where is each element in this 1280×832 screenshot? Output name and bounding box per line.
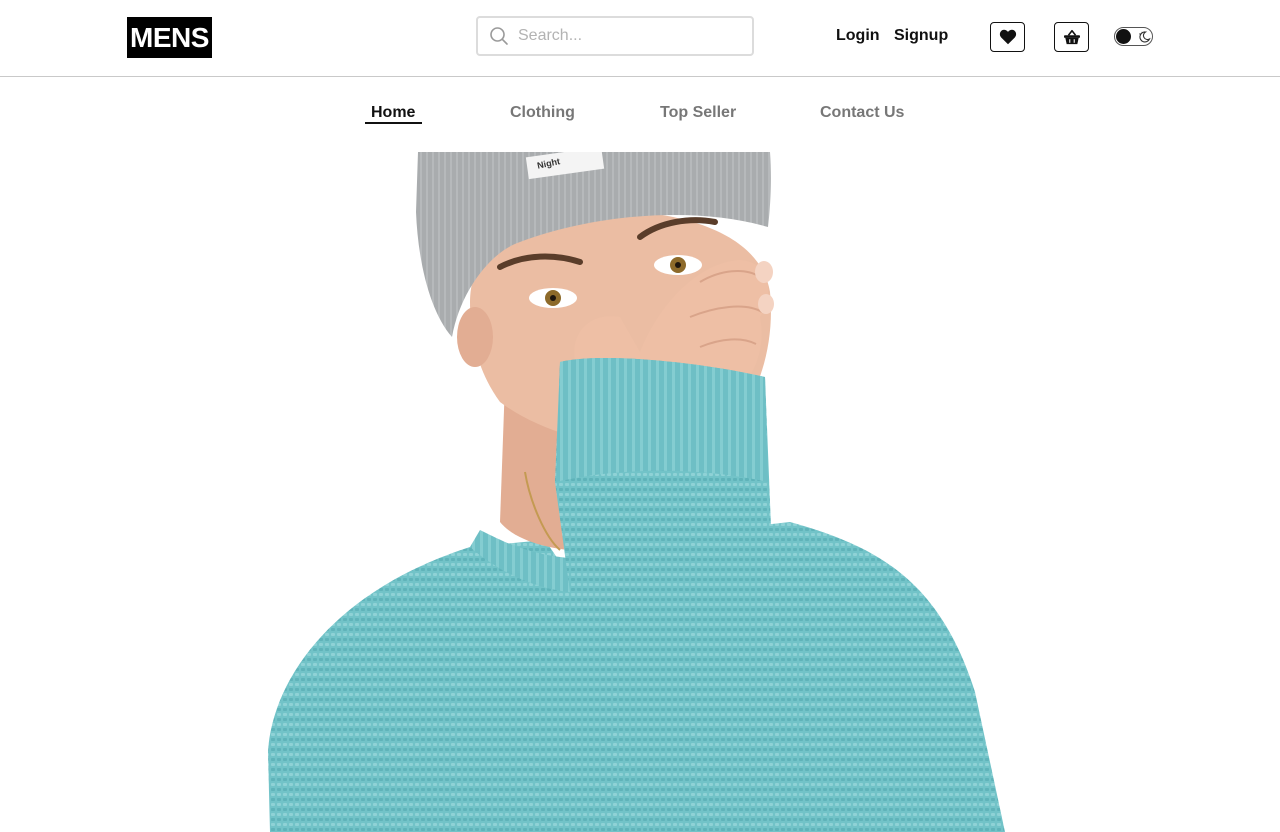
nav-item-top-seller[interactable]: Top Seller xyxy=(660,104,736,122)
nav-active-underline xyxy=(365,122,422,124)
signup-link[interactable]: Signup xyxy=(894,27,948,45)
search-box[interactable] xyxy=(476,16,754,56)
theme-toggle[interactable] xyxy=(1114,27,1153,46)
search-icon xyxy=(490,27,508,45)
wishlist-button[interactable] xyxy=(990,22,1025,52)
brand-logo[interactable]: MENS xyxy=(127,17,212,58)
cart-button[interactable] xyxy=(1054,22,1089,52)
nav-item-clothing[interactable]: Clothing xyxy=(510,104,575,122)
toggle-knob xyxy=(1116,29,1131,44)
login-link[interactable]: Login xyxy=(836,27,880,45)
main-nav: Home Clothing Top Seller Contact Us xyxy=(0,77,1280,152)
heart-icon xyxy=(999,29,1016,45)
model-photo: Night xyxy=(268,152,1005,832)
site-header: MENS Login Signup xyxy=(0,0,1280,77)
basket-icon xyxy=(1063,29,1080,45)
nav-item-home[interactable]: Home xyxy=(371,104,415,122)
moon-icon xyxy=(1139,31,1151,43)
search-input[interactable] xyxy=(518,24,743,48)
hero-image: Night xyxy=(0,152,1280,832)
nav-item-contact-us[interactable]: Contact Us xyxy=(820,104,904,122)
